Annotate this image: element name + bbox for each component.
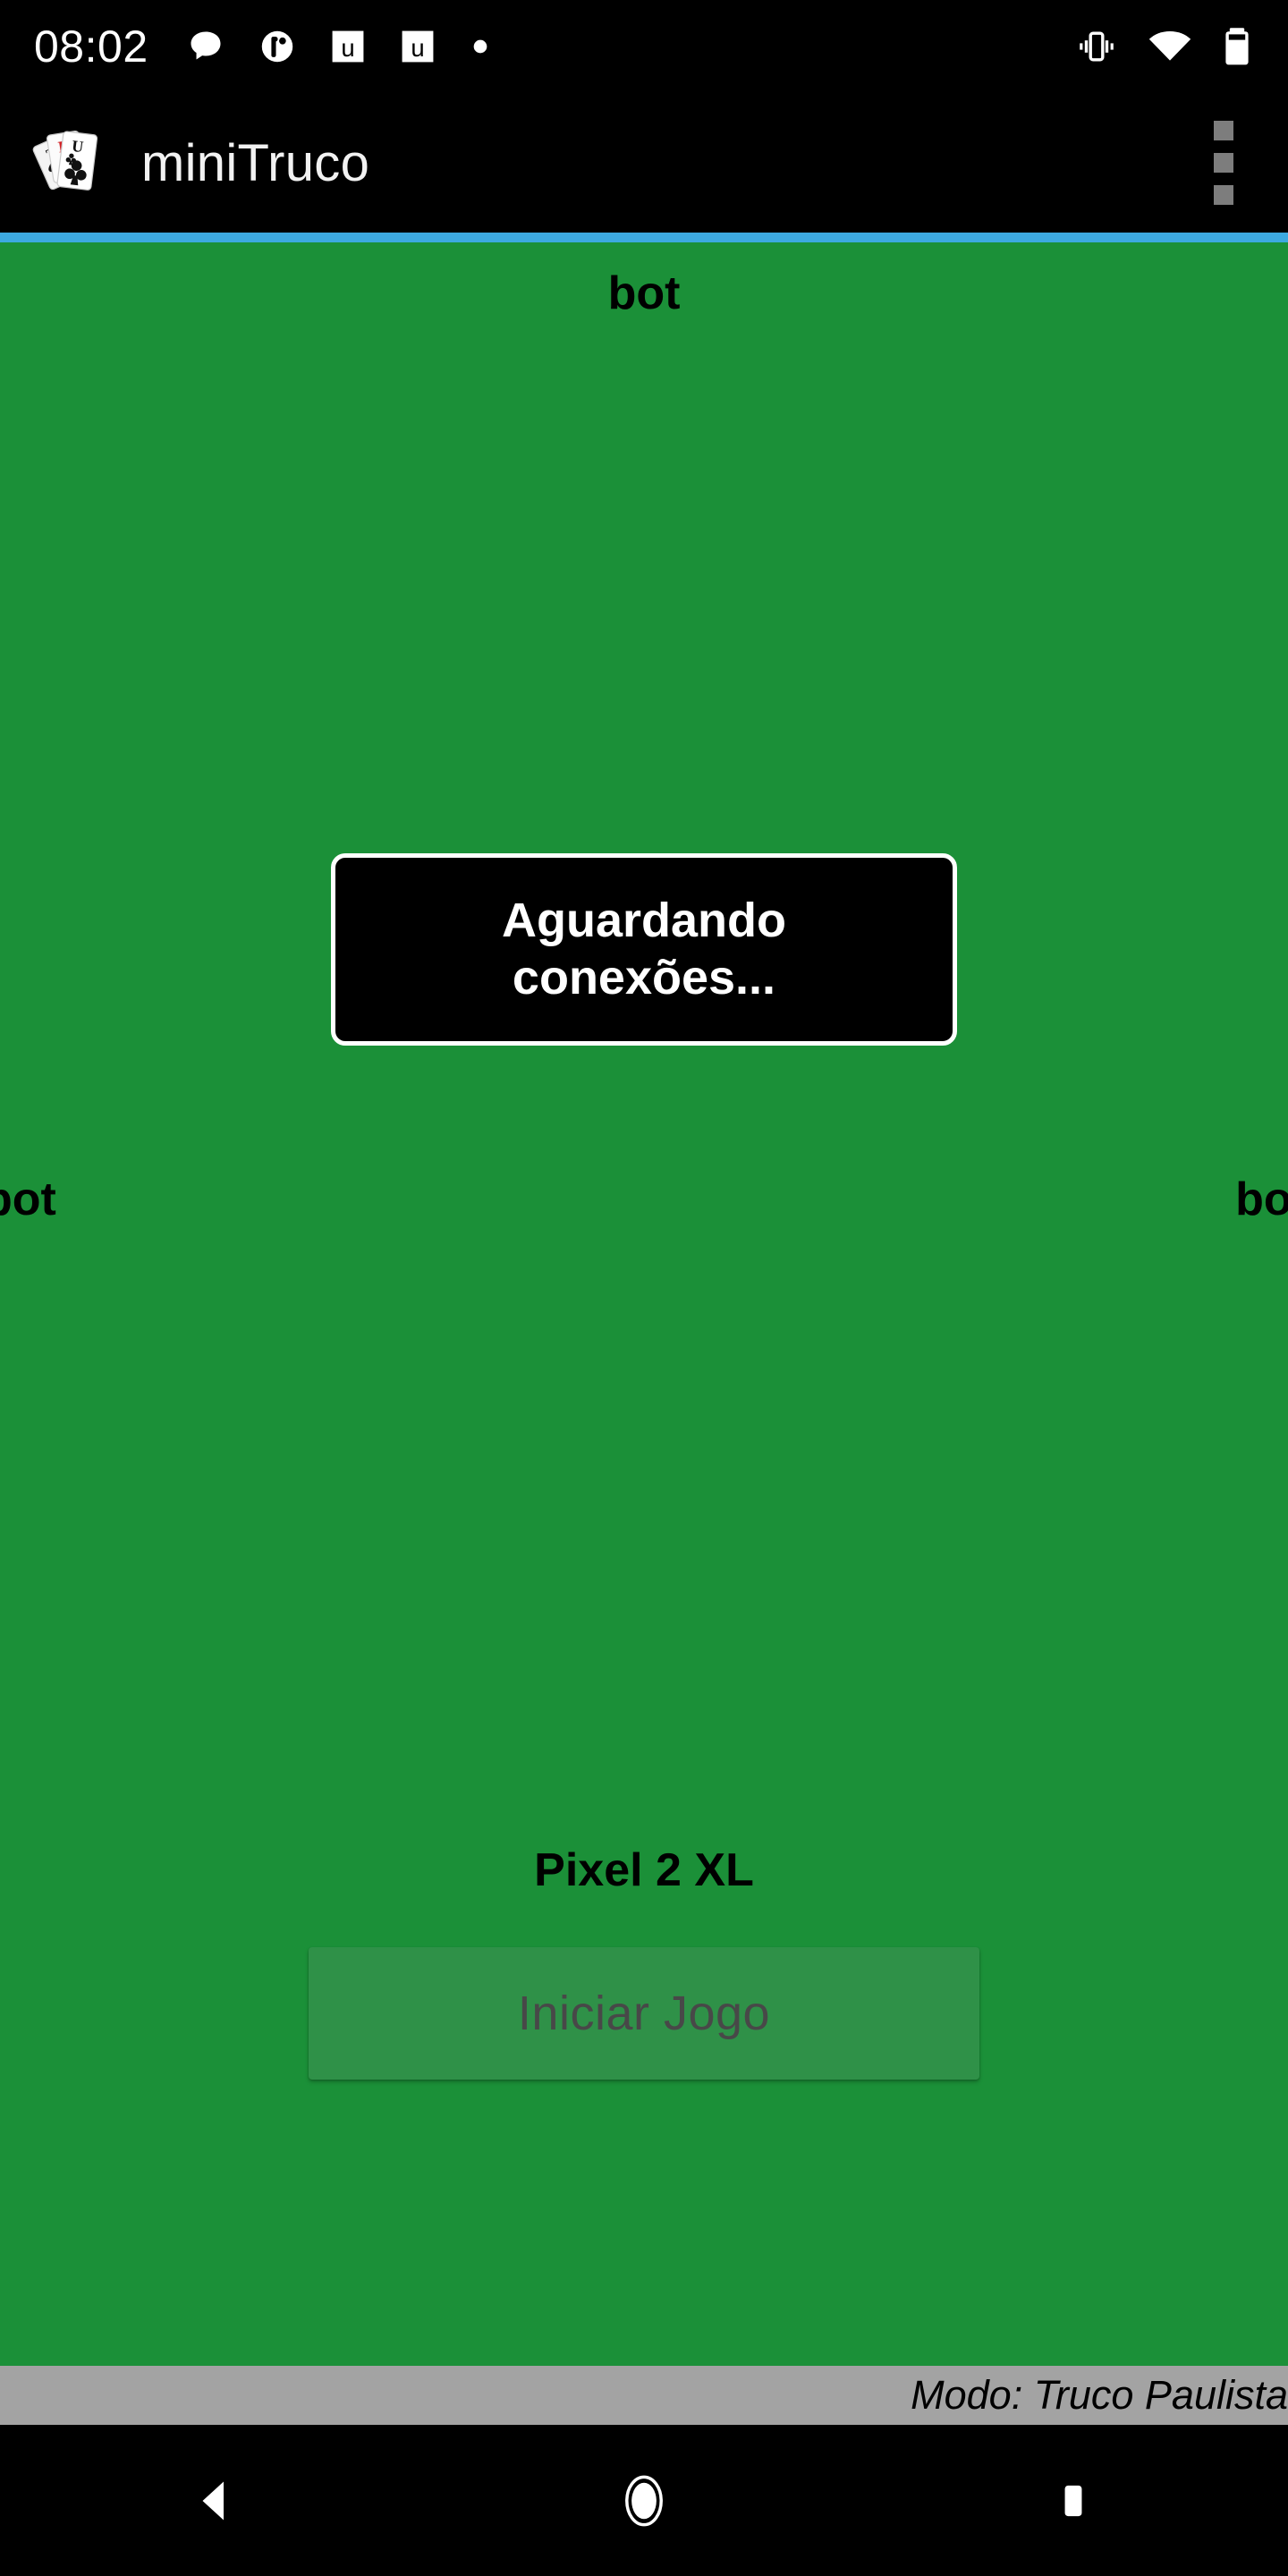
status-bar-system-icons (1075, 25, 1252, 68)
dot-icon (473, 39, 487, 54)
overflow-dot (1214, 153, 1233, 173)
game-mode-bar: Modo: Truco Paulista (0, 2366, 1288, 2425)
game-mode-label: Modo: Truco Paulista (911, 2372, 1288, 2418)
u-badge-icon: u (402, 30, 434, 63)
overflow-menu-icon[interactable] (1181, 114, 1267, 212)
svg-text:U: U (71, 137, 84, 156)
battery-icon (1225, 28, 1249, 65)
overflow-dot (1214, 121, 1233, 140)
accent-divider (0, 233, 1288, 242)
nav-home-button[interactable] (429, 2425, 859, 2576)
status-bar-clock: 08:02 (34, 21, 148, 72)
start-game-button[interactable]: Iniciar Jogo (309, 1947, 979, 2080)
svg-text:u: u (341, 34, 354, 62)
home-circle-icon (625, 2475, 663, 2526)
device-screen: 08:02 u u U miniTruco bot ot bo Pixel 2 … (0, 0, 1288, 2576)
overflow-dot (1214, 185, 1233, 205)
nav-recents-button[interactable] (859, 2425, 1288, 2576)
waiting-connections-message: Aguardando conexões... (502, 893, 786, 1004)
wifi-icon (1148, 31, 1191, 61)
recents-square-icon (1064, 2485, 1082, 2516)
svg-text:u: u (411, 34, 424, 62)
player-label-left: bot (0, 1174, 56, 1225)
u-badge-icon: u (332, 30, 364, 63)
player-label-right: bot (1235, 1174, 1288, 1225)
nav-back-button[interactable] (0, 2425, 429, 2576)
app-title: miniTruco (141, 133, 370, 192)
system-status-bar: 08:02 u u (0, 0, 1288, 93)
waiting-connections-dialog: Aguardando conexões... (331, 853, 957, 1046)
circle-glyph-icon (261, 30, 292, 63)
back-triangle-icon (202, 2481, 224, 2520)
truco-cards-logo-icon: T R U (29, 122, 111, 204)
status-bar-notification-icons: u u (186, 27, 492, 66)
chat-bubble-icon (191, 31, 221, 60)
vibrate-icon (1080, 31, 1114, 62)
player-label-top: bot (607, 267, 681, 319)
app-bar: T R U (0, 93, 1288, 233)
player-label-bottom: Pixel 2 XL (534, 1844, 754, 1896)
game-table: bot bot bot Pixel 2 XL Aguardando conexõ… (0, 242, 1288, 2366)
android-navigation-bar (0, 2425, 1288, 2576)
